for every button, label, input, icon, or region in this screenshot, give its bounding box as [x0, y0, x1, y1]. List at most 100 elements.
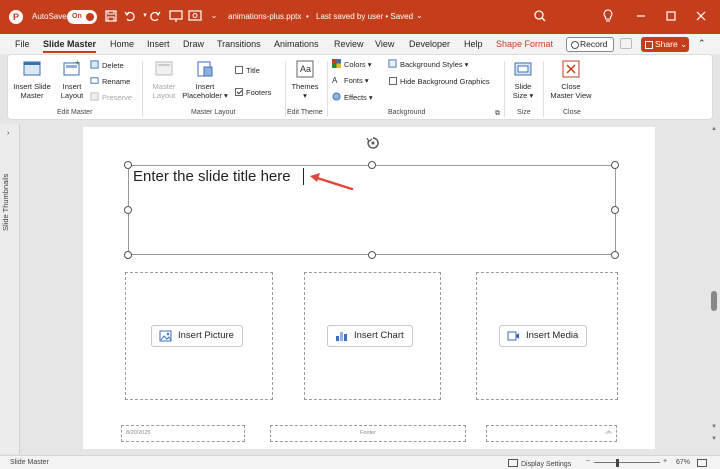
slide-size-icon — [514, 62, 532, 76]
tab-animations[interactable]: Animations — [274, 39, 319, 49]
undo-icon[interactable] — [122, 8, 138, 24]
hide-background-graphics-label: Hide Background Graphics — [400, 77, 490, 86]
preserve-button[interactable]: Preserve — [90, 92, 132, 103]
tab-insert[interactable]: Insert — [147, 39, 170, 49]
tab-developer[interactable]: Developer — [409, 39, 450, 49]
record-button[interactable]: Record — [566, 37, 614, 52]
resize-handle[interactable] — [611, 206, 619, 214]
svg-text:Aa: Aa — [300, 64, 311, 74]
insert-slide-master-label-2: Master — [20, 91, 44, 100]
close-group-label: Close — [563, 109, 581, 116]
save-status-chevron-icon[interactable]: ⌄ — [416, 11, 423, 20]
themes-dropdown-icon: ▾ — [303, 91, 307, 100]
tab-shape-format[interactable]: Shape Format — [496, 39, 553, 49]
group-separator — [285, 61, 286, 117]
picture-icon — [159, 330, 172, 342]
search-icon[interactable] — [532, 8, 548, 24]
themes-button[interactable]: Aa Themes ▾ — [288, 59, 322, 100]
resize-handle[interactable] — [124, 251, 132, 259]
text-cursor — [303, 168, 304, 185]
hide-background-graphics-checkbox[interactable]: Hide Background Graphics — [389, 76, 490, 87]
background-styles-dropdown-icon: ▾ — [464, 60, 469, 69]
resize-handle[interactable] — [611, 161, 619, 169]
footer-placeholder[interactable]: Footer — [270, 425, 466, 442]
zoom-out-button[interactable]: − — [586, 458, 590, 465]
zoom-in-button[interactable]: + — [663, 458, 667, 465]
powerpoint-window: P AutoSave On ▾ ⌄ animations-plus.pptx •… — [0, 0, 720, 469]
status-bar: Slide Master Display Settings − + 67% — [0, 455, 720, 469]
restore-icon[interactable] — [663, 8, 679, 24]
autosave-toggle[interactable]: On — [67, 10, 97, 24]
delete-button[interactable]: Delete — [90, 60, 124, 71]
master-layout-button[interactable]: Master Layout — [148, 59, 180, 100]
effects-button[interactable]: Effects ▾ — [332, 92, 373, 103]
insert-slide-master-button[interactable]: Insert Slide Master — [12, 59, 52, 100]
svg-text:A: A — [332, 76, 338, 84]
footers-checkbox[interactable]: Footers — [235, 87, 271, 98]
insert-media-button[interactable]: Insert Media — [499, 325, 588, 347]
minimize-icon[interactable] — [633, 8, 649, 24]
vertical-scrollbar[interactable]: ▲ ▼ ▼ — [708, 124, 720, 454]
slide-number-placeholder[interactable]: ‹#› — [486, 425, 617, 442]
redo-icon[interactable] — [147, 8, 163, 24]
qat-more-icon[interactable]: ⌄ — [206, 8, 222, 24]
insert-chart-button[interactable]: Insert Chart — [327, 325, 413, 347]
resize-handle[interactable] — [368, 161, 376, 169]
close-master-view-label-1: Close — [561, 82, 581, 91]
rename-button[interactable]: Rename — [90, 76, 130, 87]
next-slide-icon[interactable]: ▼ — [711, 436, 717, 442]
close-icon[interactable] — [693, 8, 709, 24]
tab-view[interactable]: View — [375, 39, 394, 49]
master-layout-group-label: Master Layout — [191, 109, 236, 116]
title-checkbox[interactable]: Title — [235, 65, 260, 76]
scrollbar-thumb[interactable] — [711, 291, 717, 311]
zoom-slider-thumb[interactable] — [616, 459, 619, 467]
tab-home[interactable]: Home — [110, 39, 134, 49]
scroll-down-icon[interactable]: ▼ — [711, 424, 717, 430]
tab-file[interactable]: File — [15, 39, 30, 49]
slide-size-button[interactable]: Slide Size ▾ — [508, 59, 538, 100]
colors-button[interactable]: Colors ▾ — [332, 59, 372, 70]
share-chevron-icon: ⌄ — [680, 39, 688, 49]
ribbon-collapse-icon[interactable]: ⌃ — [698, 38, 706, 49]
display-settings-button[interactable]: Display Settings — [508, 459, 571, 468]
slide-thumbnails-label: Slide Thumbnails — [1, 173, 10, 231]
title-placeholder-text[interactable]: Enter the slide title here — [133, 168, 291, 185]
date-placeholder[interactable]: 8/20/2025 — [121, 425, 245, 442]
tab-review[interactable]: Review — [334, 39, 364, 49]
slide-thumbnails-panel[interactable]: › Slide Thumbnails — [0, 124, 20, 454]
rotate-handle-icon[interactable] — [366, 136, 380, 150]
background-dialog-launcher-icon[interactable]: ⧉ — [495, 110, 500, 118]
tab-transitions[interactable]: Transitions — [217, 39, 261, 49]
background-styles-button[interactable]: Background Styles ▾ — [388, 59, 468, 70]
start-from-beginning-icon[interactable] — [168, 8, 184, 24]
ribbon: Insert Slide Master + Insert Layout Dele… — [7, 54, 713, 120]
lightbulb-icon[interactable] — [600, 8, 616, 24]
insert-layout-button[interactable]: + Insert Layout — [56, 59, 88, 100]
tab-slide-master[interactable]: Slide Master — [43, 39, 97, 53]
footer-text: Footer — [360, 430, 376, 436]
comments-icon[interactable] — [620, 38, 632, 49]
zoom-percent[interactable]: 67% — [676, 459, 690, 466]
save-icon[interactable] — [103, 8, 119, 24]
rename-label: Rename — [102, 77, 131, 86]
expand-thumbnails-icon[interactable]: › — [7, 130, 9, 137]
insert-placeholder-button[interactable]: Insert Placeholder ▾ — [180, 59, 230, 100]
resize-handle[interactable] — [124, 161, 132, 169]
scroll-up-icon[interactable]: ▲ — [711, 126, 717, 132]
resize-handle[interactable] — [368, 251, 376, 259]
resize-handle[interactable] — [124, 206, 132, 214]
fit-to-window-icon[interactable] — [697, 459, 707, 467]
share-button[interactable]: Share ⌄ — [641, 37, 689, 52]
insert-picture-button[interactable]: Insert Picture — [151, 325, 243, 347]
title-checkbox-box — [235, 66, 243, 74]
close-master-view-button[interactable]: Close Master View — [546, 59, 596, 100]
tab-draw[interactable]: Draw — [183, 39, 204, 49]
fonts-button[interactable]: A Fonts ▾ — [332, 75, 369, 86]
size-group-label: Size — [517, 109, 531, 116]
preserve-icon — [90, 92, 99, 101]
zoom-slider[interactable] — [594, 462, 660, 463]
tab-help[interactable]: Help — [464, 39, 483, 49]
presenter-icon[interactable] — [187, 8, 203, 24]
resize-handle[interactable] — [611, 251, 619, 259]
